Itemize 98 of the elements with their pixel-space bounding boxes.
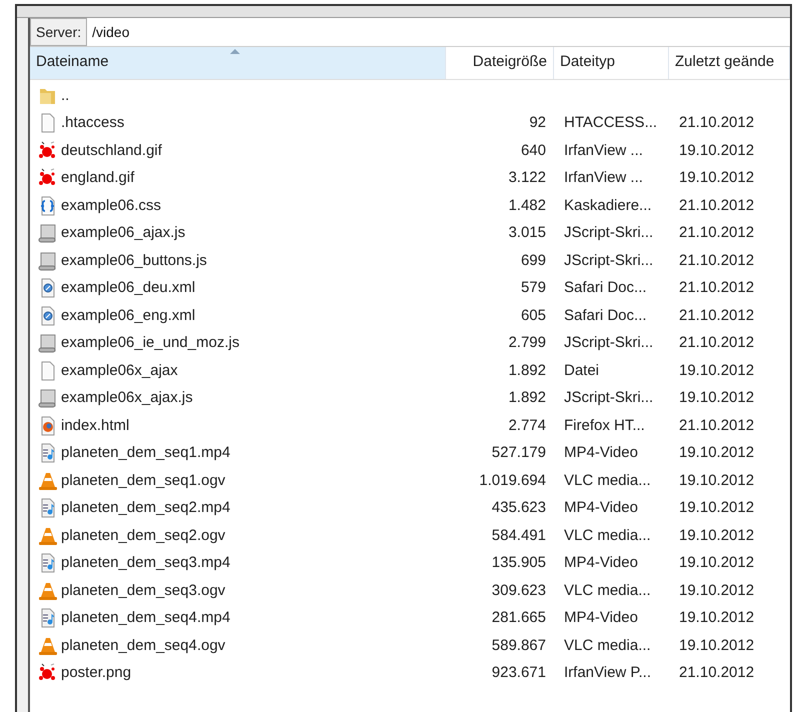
server-path-field[interactable]: /video (87, 18, 790, 46)
file-type: VLC media... (564, 582, 651, 598)
traffic-cone-icon (38, 636, 58, 656)
file-date: 19.10.2012 (679, 554, 754, 571)
file-date: 19.10.2012 (679, 169, 754, 186)
file-size: 579 (520, 279, 546, 296)
file-date: 19.10.2012 (679, 582, 754, 598)
file-name[interactable]: example06_eng.xml (61, 304, 196, 327)
file-size: 2.774 (508, 416, 546, 434)
file-name[interactable]: .htaccess (61, 112, 124, 134)
file-name[interactable]: england.gif (61, 167, 134, 190)
scroll-icon (38, 388, 58, 408)
traffic-cone-icon (38, 526, 58, 546)
file-name[interactable]: planeten_dem_seq2.mp4 (61, 497, 230, 520)
sort-arrow-icon (230, 49, 240, 54)
file-type: IrfanView ... (564, 142, 643, 158)
traffic-cone-icon (38, 580, 58, 601)
scroll-icon (38, 250, 58, 271)
file-name[interactable]: example06_ajax.js (61, 222, 186, 244)
file-date: 19.10.2012 (679, 609, 754, 626)
file-date: 21.10.2012 (679, 306, 754, 324)
file-size: 640 (520, 142, 546, 158)
file-size: 527.179 (492, 444, 546, 461)
file-type: MP4-Video (564, 444, 638, 461)
file-type: IrfanView P... (564, 664, 651, 681)
file-type: JScript-Skri... (564, 389, 654, 406)
file-type: HTACCESS... (564, 114, 658, 131)
file-date: 21.10.2012 (679, 279, 754, 296)
file-type: IrfanView ... (564, 169, 643, 186)
file-type: MP4-Video (564, 609, 638, 626)
file-name[interactable]: deutschland.gif (61, 140, 162, 162)
file-date: 19.10.2012 (679, 499, 754, 516)
file-size: 589.867 (492, 636, 546, 654)
file-size: 92 (529, 114, 546, 131)
file-date: 21.10.2012 (679, 252, 754, 268)
file-name[interactable]: example06.css (61, 194, 162, 217)
file-type: VLC media... (564, 636, 651, 654)
file-type: Datei (564, 362, 600, 378)
file-date: 19.10.2012 (679, 389, 754, 406)
file-type: MP4-Video (564, 554, 638, 571)
file-type: Kaskadiere... (564, 196, 652, 214)
file-size: 3.015 (508, 224, 546, 241)
column-header[interactable]: Dateiname (30, 47, 446, 79)
scroll-icon (38, 333, 58, 354)
file-date: 19.10.2012 (679, 444, 754, 461)
file-type: Safari Doc... (564, 279, 647, 296)
file-size: 1.482 (508, 196, 546, 214)
file-size: 309.623 (492, 582, 546, 598)
file-name[interactable]: example06x_ajax.js (61, 387, 193, 410)
file-type: VLC media... (564, 526, 651, 544)
traffic-cone-icon (38, 470, 58, 491)
file-name[interactable]: planeten_dem_seq4.mp4 (61, 607, 230, 630)
file-name[interactable]: planeten_dem_seq1.mp4 (61, 442, 230, 464)
file-size: 3.122 (508, 169, 546, 186)
file-date: 19.10.2012 (679, 362, 754, 378)
file-date: 21.10.2012 (679, 224, 754, 241)
file-type: VLC media... (564, 472, 651, 488)
file-name[interactable]: example06_buttons.js (61, 250, 207, 272)
file-name[interactable]: planeten_dem_seq3.mp4 (61, 552, 230, 574)
file-date: 21.10.2012 (679, 114, 754, 131)
file-size: 699 (520, 252, 546, 268)
file-name[interactable]: example06x_ajax (61, 360, 178, 382)
file-size: 923.671 (492, 664, 546, 681)
file-size: 135.905 (492, 554, 546, 571)
file-size: 281.665 (492, 609, 546, 626)
file-name[interactable]: planeten_dem_seq2.ogv (61, 524, 226, 547)
server-label: Server: (30, 18, 88, 46)
file-date: 19.10.2012 (679, 636, 754, 654)
file-name[interactable]: planeten_dem_seq1.ogv (61, 470, 226, 492)
file-name[interactable]: example06_deu.xml (61, 277, 196, 300)
file-name[interactable]: .. (61, 84, 70, 107)
file-size: 435.623 (492, 499, 546, 516)
file-date: 21.10.2012 (679, 334, 754, 351)
file-date: 19.10.2012 (679, 472, 754, 488)
file-size: 605 (520, 306, 546, 324)
file-date: 21.10.2012 (679, 196, 754, 214)
file-type: Firefox HT... (564, 416, 645, 434)
file-size: 1.892 (508, 389, 546, 406)
file-name[interactable]: planeten_dem_seq4.ogv (61, 634, 226, 657)
file-type: Safari Doc... (564, 306, 647, 324)
file-name[interactable]: index.html (61, 414, 130, 437)
file-type: JScript-Skri... (564, 224, 654, 241)
file-size: 1.019.694 (479, 472, 546, 488)
file-type: JScript-Skri... (564, 252, 654, 268)
scroll-icon (38, 223, 58, 244)
file-name[interactable]: poster.png (61, 662, 132, 684)
file-size: 2.799 (508, 334, 546, 351)
file-type: JScript-Skri... (564, 334, 654, 351)
file-date: 21.10.2012 (679, 416, 754, 434)
file-type: MP4-Video (564, 499, 638, 516)
file-name[interactable]: planeten_dem_seq3.ogv (61, 580, 226, 602)
file-size: 1.892 (508, 362, 546, 378)
file-date: 19.10.2012 (679, 142, 754, 158)
file-date: 21.10.2012 (679, 664, 754, 681)
file-size: 584.491 (492, 526, 546, 544)
file-date: 19.10.2012 (679, 526, 754, 544)
file-name[interactable]: example06_ie_und_moz.js (61, 332, 240, 354)
paint-splat-icon (38, 140, 58, 161)
